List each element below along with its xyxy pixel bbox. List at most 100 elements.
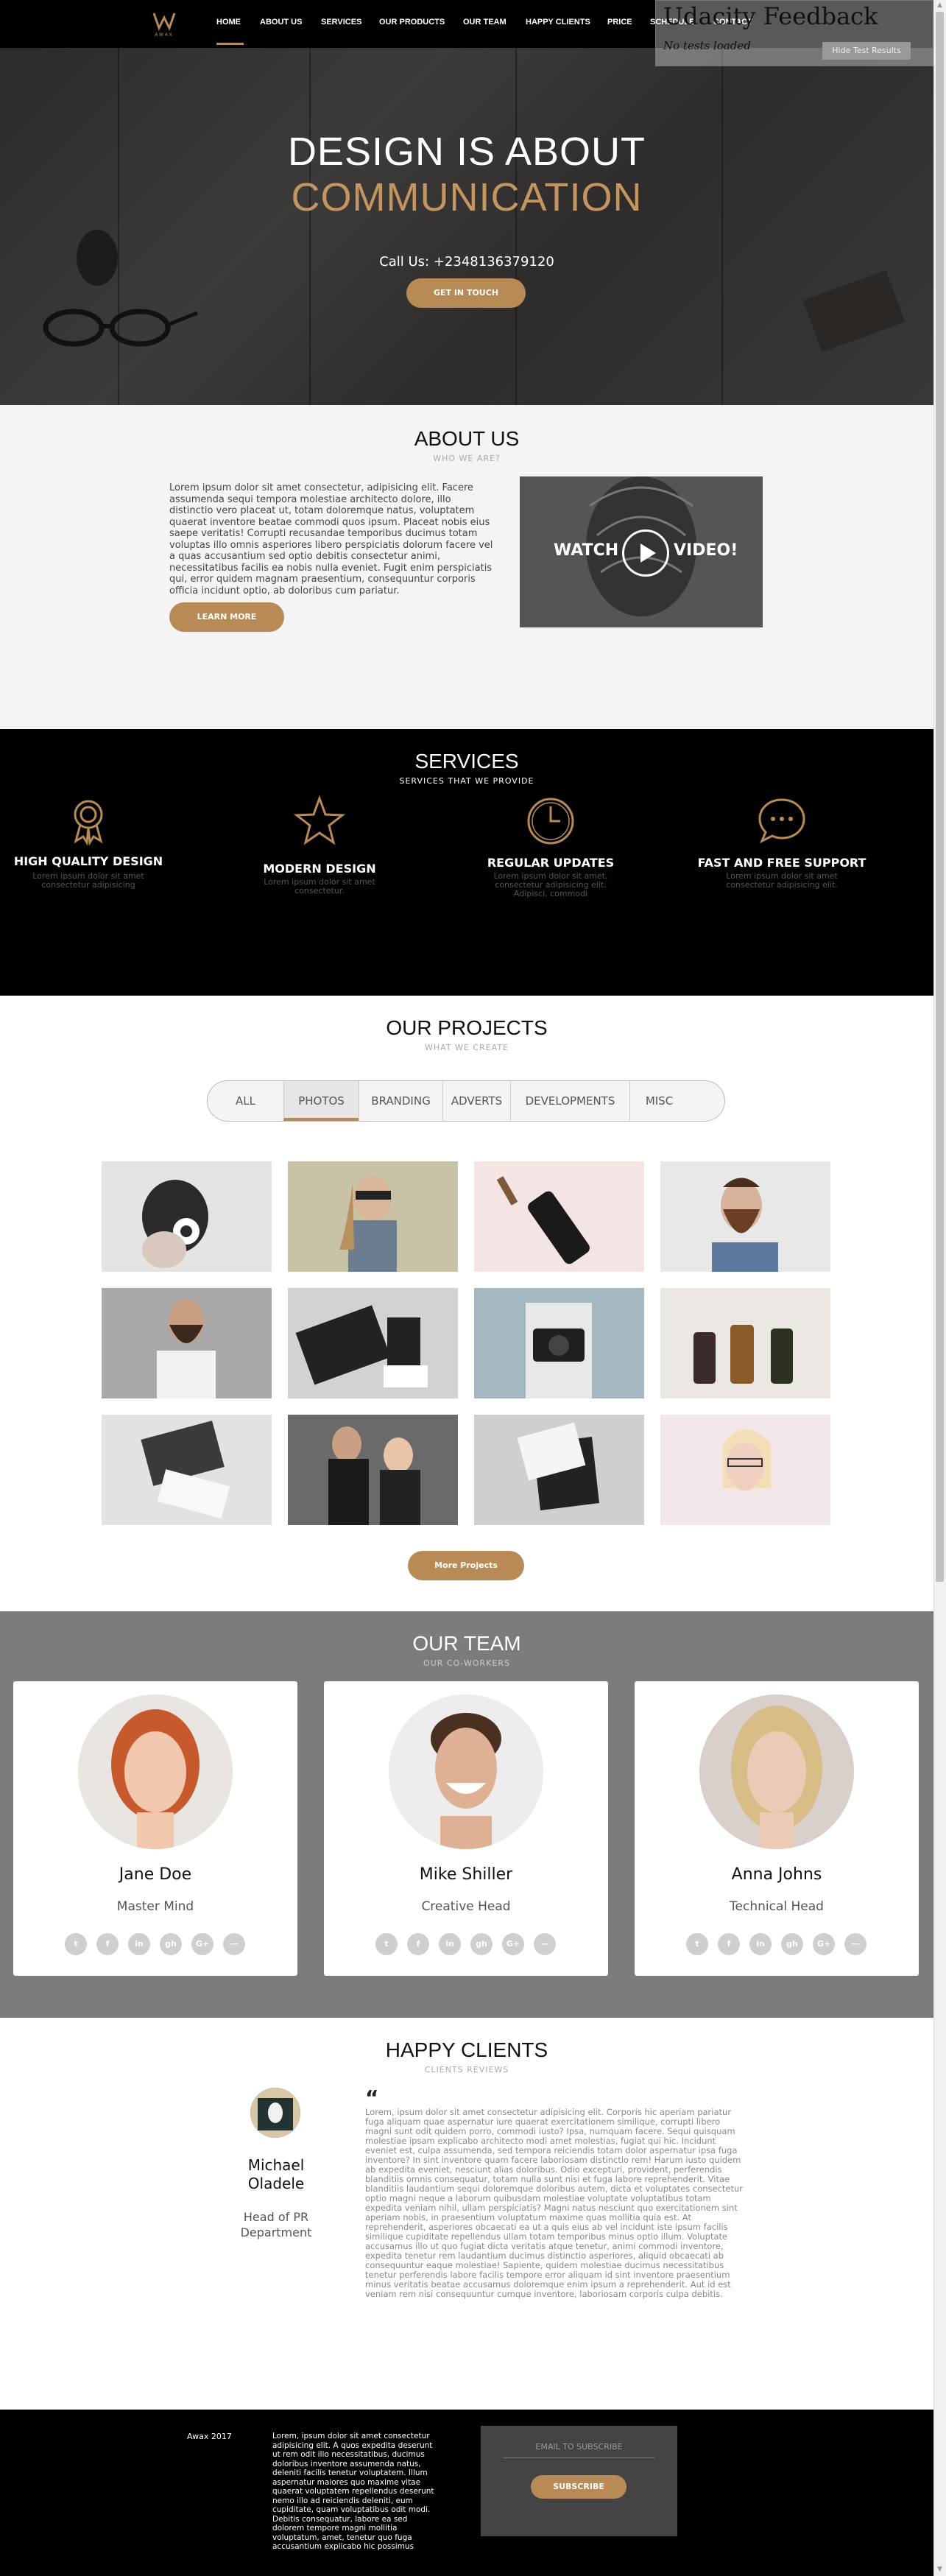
linkedin-icon[interactable]: in — [128, 1933, 150, 1955]
google-plus-icon[interactable]: G+ — [813, 1933, 835, 1955]
team-member-name: Jane Doe — [119, 1865, 192, 1884]
project-thumbnail[interactable] — [474, 1161, 644, 1272]
facebook-icon[interactable]: f — [96, 1933, 119, 1955]
scroll-up-arrow-icon[interactable]: ▲ — [936, 1, 944, 10]
logo-text: AWAX — [155, 32, 174, 38]
linkedin-icon[interactable]: in — [439, 1933, 461, 1955]
team-card: Anna Johns Technical Head t f in gh G+ — — [635, 1681, 919, 1976]
clock-icon — [527, 798, 574, 845]
google-plus-icon[interactable]: G+ — [502, 1933, 524, 1955]
project-thumbnail[interactable] — [288, 1288, 458, 1398]
github-icon[interactable]: gh — [470, 1933, 493, 1955]
card-decoration — [802, 270, 906, 353]
tab-all[interactable]: ALL — [208, 1081, 283, 1121]
minus-icon[interactable]: — — [844, 1933, 866, 1955]
subscribe-button[interactable]: SUBSCRIBE — [531, 2475, 626, 2499]
udacity-status: No tests loaded — [663, 39, 751, 52]
footer-copyright: Awax 2017 — [187, 2432, 232, 2441]
twitter-icon[interactable]: t — [65, 1933, 87, 1955]
video-thumbnail[interactable]: WATCH VIDEO! — [520, 476, 763, 627]
email-subscribe-input[interactable]: EMAIL TO SUBSCRIBE — [503, 2436, 655, 2458]
tab-adverts[interactable]: ADVERTS — [442, 1081, 510, 1121]
wood-plank-line — [515, 48, 517, 405]
client-review-text: Lorem, ipsum dolor sit amet consectetur … — [365, 2107, 744, 2299]
service-title: MODERN DESIGN — [263, 862, 376, 876]
nav-about-us[interactable]: ABOUT US — [260, 18, 302, 27]
github-icon[interactable]: gh — [781, 1933, 803, 1955]
hero-heading-accent: COMMUNICATION — [291, 175, 643, 219]
star-icon — [294, 795, 345, 845]
play-icon[interactable] — [622, 529, 669, 577]
avatar — [699, 1695, 854, 1849]
get-in-touch-button[interactable]: GET IN TOUCH — [406, 278, 526, 308]
learn-more-button[interactable]: LEARN MORE — [169, 602, 284, 632]
clients-title: HAPPY CLIENTS — [385, 2038, 548, 2061]
tab-misc[interactable]: MISC — [629, 1081, 688, 1121]
team-member-name: Mike Shiller — [419, 1865, 513, 1884]
hero-heading: DESIGN IS ABOUT — [287, 130, 646, 174]
project-thumbnail[interactable] — [102, 1288, 272, 1398]
tab-photos[interactable]: PHOTOS — [283, 1081, 359, 1121]
client-avatar — [250, 2088, 300, 2138]
clients-section: HAPPY CLIENTS CLIENTS REVIEWS Michael Ol… — [0, 2018, 933, 2410]
projects-section: OUR PROJECTS WHAT WE CREATE ALL PHOTOS B… — [0, 996, 933, 1611]
project-thumbnail[interactable] — [660, 1415, 830, 1525]
nav-active-indicator — [216, 43, 244, 45]
udacity-feedback-panel: Udacity Feedback No tests loaded Hide Te… — [655, 0, 933, 66]
tab-branding[interactable]: BRANDING — [359, 1081, 442, 1121]
video-watch-label: WATCH — [554, 541, 619, 560]
team-member-role: Technical Head — [730, 1899, 824, 1914]
project-thumbnail[interactable] — [474, 1415, 644, 1525]
chat-icon — [758, 798, 805, 844]
scroll-down-arrow-icon[interactable]: ▼ — [936, 2566, 944, 2574]
team-member-name: Anna Johns — [731, 1865, 822, 1884]
team-subtitle: OUR CO-WORKERS — [423, 1658, 510, 1668]
project-thumbnail[interactable] — [102, 1161, 272, 1272]
nav-price[interactable]: PRICE — [607, 18, 632, 27]
services-title: SERVICES — [414, 750, 519, 773]
project-thumbnail[interactable] — [660, 1288, 830, 1398]
projects-subtitle: WHAT WE CREATE — [425, 1043, 509, 1052]
minus-icon[interactable]: — — [534, 1933, 556, 1955]
github-icon[interactable]: gh — [160, 1933, 182, 1955]
twitter-icon[interactable]: t — [686, 1933, 708, 1955]
project-thumbnail[interactable] — [474, 1288, 644, 1398]
client-name: Michael Oladele — [247, 2156, 305, 2192]
google-plus-icon[interactable]: G+ — [191, 1933, 213, 1955]
avatar — [78, 1695, 233, 1849]
about-section: ABOUT US WHO WE ARE? Lorem ipsum dolor s… — [0, 405, 933, 729]
service-desc: Lorem ipsum dolor sit amet consectetur. — [264, 877, 375, 895]
service-desc: Lorem ipsum dolor sit amet consectetur a… — [726, 871, 838, 890]
nav-our-products[interactable]: OUR PRODUCTS — [379, 18, 445, 27]
team-section: OUR TEAM OUR CO-WORKERS Jane Doe Master … — [0, 1611, 933, 2018]
minus-icon[interactable]: — — [223, 1933, 245, 1955]
project-thumbnail[interactable] — [660, 1161, 830, 1272]
hero-phone: Call Us: +2348136379120 — [379, 254, 554, 270]
nav-home[interactable]: HOME — [216, 18, 241, 27]
scrollbar-thumb[interactable] — [936, 12, 944, 1582]
twitter-icon[interactable]: t — [375, 1933, 398, 1955]
about-subtitle: WHO WE ARE? — [433, 454, 501, 463]
linkedin-icon[interactable]: in — [749, 1933, 772, 1955]
nav-services[interactable]: SERVICES — [321, 18, 361, 27]
project-thumbnail[interactable] — [102, 1415, 272, 1525]
wood-plank-line — [721, 48, 723, 405]
awax-logo-icon[interactable] — [151, 7, 177, 34]
team-member-role: Creative Head — [421, 1899, 511, 1914]
project-thumbnail[interactable] — [288, 1161, 458, 1272]
projects-title: OUR PROJECTS — [386, 1016, 548, 1039]
team-member-role: Master Mind — [116, 1899, 194, 1914]
award-icon — [74, 800, 103, 846]
hide-test-results-button[interactable]: Hide Test Results — [822, 42, 911, 60]
more-projects-button[interactable]: More Projects — [408, 1551, 524, 1580]
project-thumbnail[interactable] — [288, 1415, 458, 1525]
tab-developments[interactable]: DEVELOPMENTS — [510, 1081, 629, 1121]
nav-happy-clients[interactable]: HAPPY CLIENTS — [526, 18, 590, 27]
about-text: Lorem ipsum dolor sit amet consectetur, … — [169, 482, 493, 597]
services-section: SERVICES SERVICES THAT WE PROVIDE HIGH Q… — [0, 729, 933, 996]
facebook-icon[interactable]: f — [718, 1933, 740, 1955]
footer-text: Lorem, ipsum dolor sit amet consectetur … — [272, 2432, 434, 2551]
facebook-icon[interactable]: f — [407, 1933, 429, 1955]
nav-our-team[interactable]: OUR TEAM — [463, 18, 506, 27]
team-card: Jane Doe Master Mind t f in gh G+ — — [13, 1681, 297, 1976]
